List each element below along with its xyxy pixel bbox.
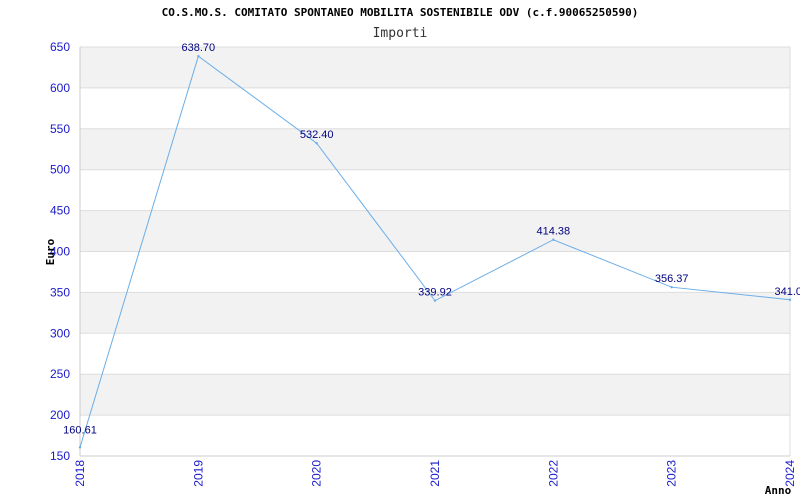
- y-tick-label: 450: [50, 204, 70, 218]
- x-tick-label: 2024: [783, 460, 797, 487]
- data-label: 160.61: [63, 424, 97, 436]
- data-point: [197, 55, 200, 58]
- chart-subtitle: Importi: [373, 26, 428, 41]
- x-tick-label: 2022: [546, 460, 560, 487]
- x-tick-label: 2020: [310, 460, 324, 487]
- data-point: [315, 141, 318, 145]
- data-label: 339.92: [418, 287, 452, 299]
- grid-band: [80, 415, 790, 456]
- y-tick-label: 150: [50, 449, 70, 463]
- data-point: [78, 446, 82, 449]
- x-axis-label: Anno: [765, 484, 792, 497]
- data-point: [433, 299, 437, 302]
- y-tick-label: 500: [50, 163, 70, 177]
- x-tick-label: 2018: [73, 460, 87, 487]
- grid-band: [80, 128, 790, 170]
- grid-band: [80, 210, 790, 252]
- line-chart: CO.S.MO.S. COMITATO SPONTANEO MOBILITA S…: [44, 6, 800, 497]
- data-label: 356.37: [655, 273, 689, 285]
- chart-title: CO.S.MO.S. COMITATO SPONTANEO MOBILITA S…: [162, 6, 639, 19]
- x-tick-label: 2019: [191, 460, 205, 487]
- data-point: [552, 238, 555, 241]
- data-label: 532.40: [300, 129, 334, 141]
- plot-area: 1502002503003504004505005506006502018 201…: [50, 40, 800, 487]
- y-tick-label: 300: [50, 326, 70, 340]
- y-tick-label: 550: [50, 122, 70, 136]
- data-label: 414.38: [537, 226, 571, 238]
- y-tick-label: 350: [50, 285, 70, 299]
- y-tick-label: 250: [50, 367, 70, 381]
- y-tick-label: 200: [50, 408, 70, 422]
- grid-band: [80, 374, 790, 416]
- x-tick-label: 2023: [665, 460, 679, 487]
- y-tick-label: 600: [50, 81, 70, 95]
- data-point: [788, 298, 792, 301]
- x-tick-label: 2021: [428, 460, 442, 487]
- y-axis-label: Euro: [44, 238, 57, 265]
- data-label: 341.0: [774, 286, 800, 298]
- data-label: 638.70: [182, 42, 216, 54]
- grid-band: [80, 333, 790, 375]
- data-point: [670, 285, 673, 289]
- grid-band: [80, 169, 790, 211]
- y-tick-label: 650: [50, 40, 70, 54]
